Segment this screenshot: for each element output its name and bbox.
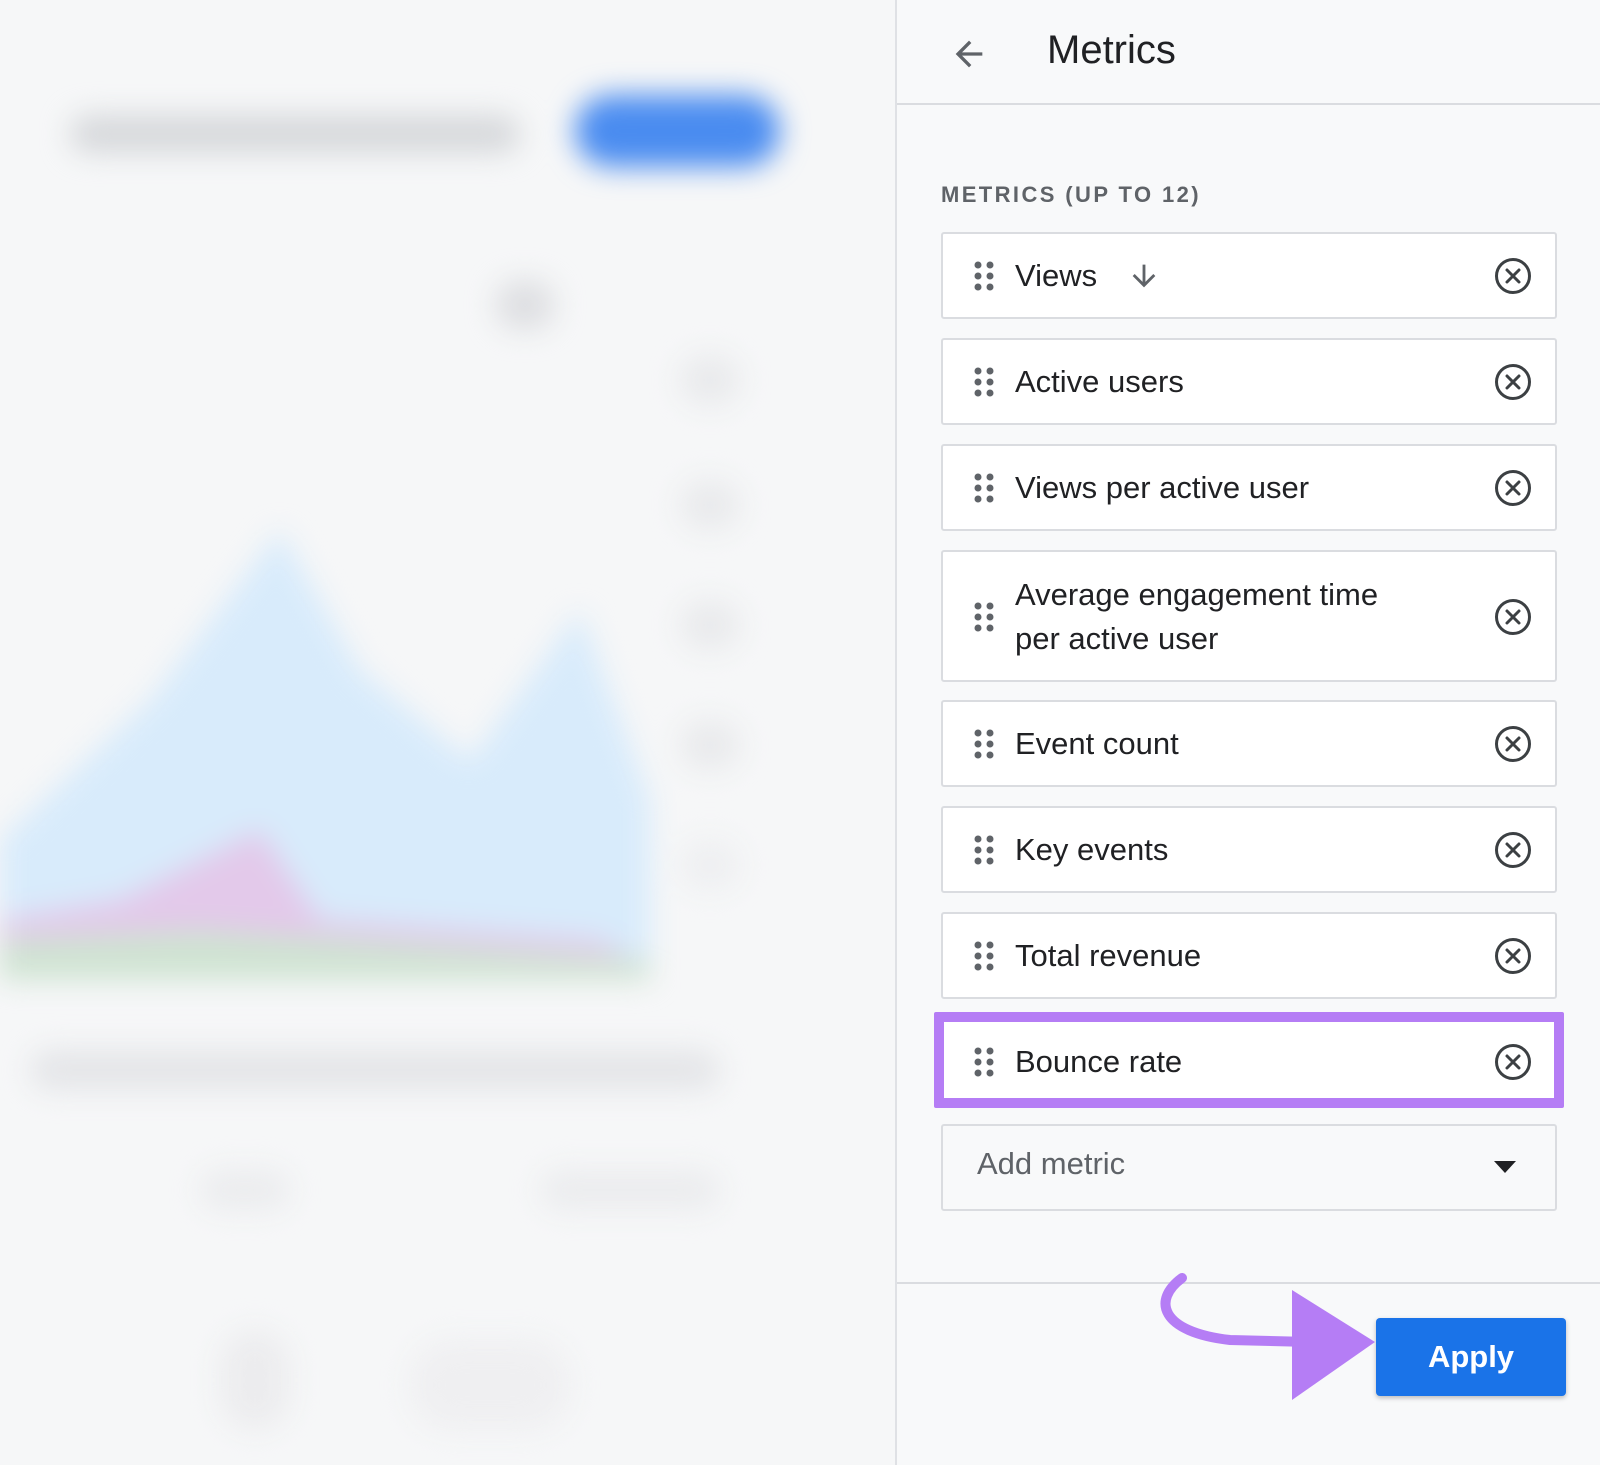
drag-indicator-icon[interactable] — [973, 261, 995, 291]
metric-row-total-revenue[interactable]: Total revenue — [941, 912, 1557, 999]
blurred-toolbar-text — [70, 115, 520, 153]
add-metric-placeholder: Add metric — [977, 1146, 1126, 1181]
drag-indicator-icon[interactable] — [973, 835, 995, 865]
drag-indicator-icon[interactable] — [973, 602, 995, 632]
metrics-panel: Metrics METRICS (UP TO 12) Views Active … — [897, 0, 1600, 1465]
caret-down-icon — [1494, 1161, 1516, 1173]
metric-label: Views — [1015, 258, 1098, 293]
metric-row-views[interactable]: Views — [941, 232, 1557, 319]
cancel-circle-icon[interactable] — [1493, 362, 1533, 402]
metric-label: Views per active user — [1015, 470, 1310, 505]
metric-row-key-events[interactable]: Key events — [941, 806, 1557, 893]
metric-row-active-users[interactable]: Active users — [941, 338, 1557, 425]
panel-header: Metrics — [897, 0, 1600, 105]
cancel-circle-icon[interactable] — [1493, 1042, 1533, 1082]
cancel-circle-icon[interactable] — [1493, 256, 1533, 296]
blurred-blue-button — [575, 95, 780, 167]
drag-indicator-icon[interactable] — [973, 473, 995, 503]
drag-indicator-icon[interactable] — [973, 941, 995, 971]
blurred-footer-item — [220, 1330, 290, 1430]
apply-button[interactable]: Apply — [1376, 1318, 1566, 1396]
drag-indicator-icon[interactable] — [973, 729, 995, 759]
metric-row-views-per-active-user[interactable]: Views per active user — [941, 444, 1557, 531]
cancel-circle-icon[interactable] — [1493, 830, 1533, 870]
metric-label: Event count — [1015, 726, 1179, 761]
metric-label: Key events — [1015, 832, 1169, 867]
section-label: METRICS (UP TO 12) — [941, 182, 1201, 207]
background-report — [0, 0, 895, 1465]
background-blur-layer — [0, 0, 895, 1465]
metric-row-bounce-rate[interactable]: Bounce rate — [941, 1018, 1557, 1105]
blurred-footer-item — [540, 1170, 720, 1210]
blurred-dot — [680, 355, 740, 405]
panel-title: Metrics — [1047, 28, 1176, 72]
metric-label: Bounce rate — [1015, 1044, 1183, 1079]
add-metric-dropdown[interactable]: Add metric — [941, 1124, 1557, 1211]
back-button[interactable] — [945, 30, 993, 78]
arrow-down-icon[interactable] — [1127, 259, 1161, 293]
metric-label-line2: per active user — [1015, 621, 1219, 656]
blurred-dot — [495, 280, 555, 330]
drag-indicator-icon[interactable] — [973, 367, 995, 397]
metric-label-line1: Average engagement time — [1015, 577, 1379, 612]
blurred-footer-item — [410, 1340, 570, 1430]
metric-label: Active users — [1015, 364, 1184, 399]
cancel-circle-icon[interactable] — [1493, 597, 1533, 637]
cancel-circle-icon[interactable] — [1493, 468, 1533, 508]
cancel-circle-icon[interactable] — [1493, 936, 1533, 976]
cancel-circle-icon[interactable] — [1493, 724, 1533, 764]
metric-row-average-engagement-time[interactable]: Average engagement time per active user — [941, 550, 1557, 682]
panel-footer-divider — [897, 1282, 1600, 1284]
arrow-back-icon — [955, 40, 983, 68]
drag-indicator-icon[interactable] — [973, 1047, 995, 1077]
blurred-table-row — [30, 1050, 720, 1090]
metric-row-event-count[interactable]: Event count — [941, 700, 1557, 787]
metric-label: Total revenue — [1015, 938, 1202, 973]
blurred-footer-item — [200, 1170, 290, 1210]
blurred-area-chart — [0, 530, 650, 980]
